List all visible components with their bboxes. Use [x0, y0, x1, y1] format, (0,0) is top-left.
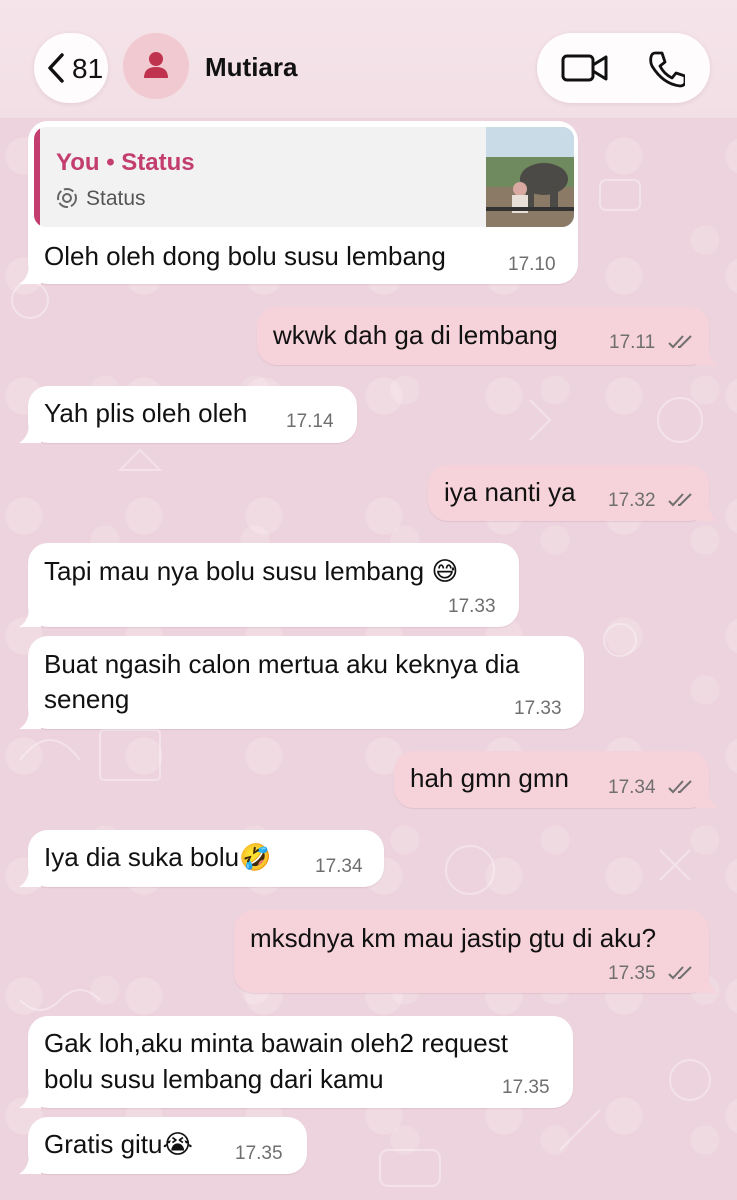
- bubble-tail: [19, 867, 41, 887]
- quote-title: You • Status: [56, 149, 195, 176]
- message-text: Yah plis oleh oleh: [44, 398, 248, 428]
- message-bubble-incoming[interactable]: Gak loh,aku minta bawain oleh2 request b…: [19, 1016, 573, 1108]
- message-time: 17.35: [502, 1077, 550, 1098]
- message-bubble-incoming[interactable]: Yah plis oleh oleh 17.14: [19, 386, 357, 443]
- message-time: 17.34: [315, 856, 363, 877]
- message-bubble-incoming[interactable]: Buat ngasih calon mertua aku keknya dia …: [19, 636, 584, 729]
- message-bubble-outgoing[interactable]: hah gmn gmn 17.34: [394, 751, 718, 808]
- message-bubble-outgoing[interactable]: iya nanti ya 17.32: [428, 465, 718, 521]
- quote-accent-bar: [34, 127, 40, 227]
- message-text: iya nanti ya: [444, 477, 576, 507]
- message-text: hah gmn gmn: [410, 763, 569, 793]
- message-text-line: bolu susu lembang dari kamu: [44, 1064, 384, 1094]
- read-receipt-icon: [668, 335, 692, 349]
- message-text: Tapi mau nya bolu susu lembang 😅: [44, 556, 459, 586]
- call-actions: [537, 33, 710, 103]
- message-text: wkwk dah ga di lembang: [273, 320, 558, 350]
- message-text: Oleh oleh dong bolu susu lembang: [44, 241, 446, 271]
- bubble-tail: [696, 973, 718, 993]
- bubble-tail: [696, 788, 718, 808]
- status-thumbnail: [486, 127, 574, 227]
- message-time: 17.10: [508, 254, 556, 275]
- video-camera-icon[interactable]: [561, 51, 609, 85]
- message-bubble-incoming[interactable]: Iya dia suka bolu🤣 17.34: [19, 830, 384, 887]
- message-time: 17.11: [609, 332, 656, 353]
- chevron-left-icon: [48, 53, 64, 83]
- bubble-tail: [19, 423, 41, 443]
- message-time: 17.32: [608, 490, 656, 511]
- back-button[interactable]: 81: [34, 33, 108, 103]
- bubble-tail: [696, 501, 718, 521]
- person-icon: [144, 52, 168, 78]
- quoted-status-reply[interactable]: You • Status Status: [34, 127, 574, 227]
- bubble-tail: [19, 264, 41, 284]
- contact-name[interactable]: Mutiara: [205, 52, 297, 83]
- message-time: 17.14: [286, 411, 334, 432]
- message-time: 17.35: [235, 1143, 283, 1164]
- read-receipt-icon: [668, 493, 692, 507]
- bubble-tail: [19, 709, 41, 729]
- message-time: 17.33: [514, 698, 562, 719]
- message-bubble-outgoing[interactable]: mksdnya km mau jastip gtu di aku? 17.35: [234, 910, 718, 993]
- message-time: 17.34: [608, 777, 656, 798]
- message-bubble-incoming[interactable]: You • Status Status Oleh oleh dong bolu …: [19, 121, 578, 284]
- message-text: Gratis gitu😭: [44, 1129, 193, 1159]
- message-text-line: Gak loh,aku minta bawain oleh2 request: [44, 1028, 508, 1058]
- message-bubble-incoming[interactable]: Gratis gitu😭 17.35: [19, 1117, 307, 1174]
- bubble-tail: [19, 1154, 41, 1174]
- unread-count: 81: [72, 53, 104, 84]
- avatar[interactable]: [123, 33, 189, 99]
- read-receipt-icon: [668, 780, 692, 794]
- phone-icon[interactable]: [647, 50, 685, 88]
- status-icon: [57, 188, 77, 208]
- message-bubble-incoming[interactable]: Tapi mau nya bolu susu lembang 😅 17.33: [19, 543, 519, 627]
- message-bubble-outgoing[interactable]: wkwk dah ga di lembang 17.11: [257, 307, 718, 365]
- message-text-line: Buat ngasih calon mertua aku keknya dia: [44, 649, 520, 679]
- message-text: Iya dia suka bolu🤣: [44, 842, 272, 872]
- quote-subtitle: Status: [86, 187, 146, 210]
- bubble-tail: [19, 1088, 41, 1108]
- read-receipt-icon: [668, 966, 692, 980]
- message-text: mksdnya km mau jastip gtu di aku?: [250, 923, 657, 953]
- message-time: 17.33: [448, 596, 496, 617]
- chat-header: 81 Mutiara: [0, 0, 737, 118]
- bubble-tail: [696, 345, 718, 365]
- message-text-line: seneng: [44, 684, 130, 714]
- message-time: 17.35: [608, 963, 656, 984]
- bubble-tail: [19, 607, 41, 627]
